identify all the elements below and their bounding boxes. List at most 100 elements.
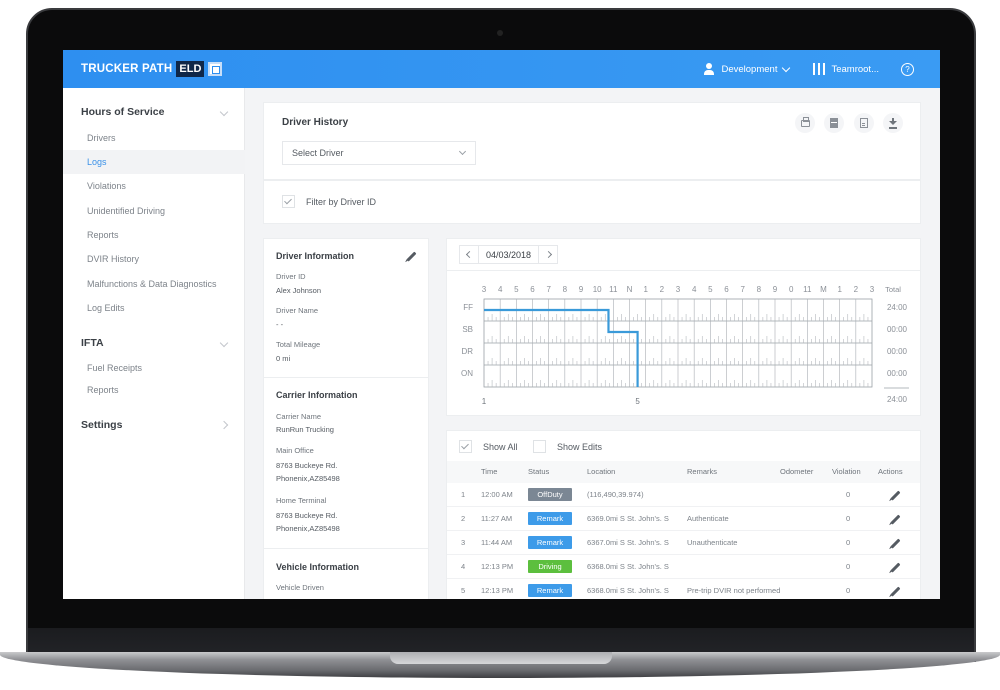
edit-event-icon[interactable] (890, 538, 901, 549)
carrier-info-title: Carrier Information (276, 390, 358, 400)
table-row[interactable]: 2 11:27 AM 6369.0mi S St. John's. S Authent… (447, 507, 920, 531)
status-row-label: SB (462, 325, 473, 334)
hour-label: M (820, 285, 827, 294)
edit-driver-icon[interactable] (406, 251, 417, 262)
event-location: 6368.0mi S St. John's. S (587, 562, 669, 571)
hour-label: 11 (803, 285, 812, 294)
table-row[interactable]: 1 12:00 AM (116,490,39.974) 0 OffDuty (447, 483, 920, 507)
driver-history-title: Driver History (282, 117, 349, 128)
field-label: Total Mileage (276, 340, 321, 349)
hour-label: 7 (546, 285, 551, 294)
hour-label: 11 (609, 285, 618, 294)
sidebar-item-drivers[interactable]: Drivers (63, 126, 245, 150)
field-label: Driver ID (276, 272, 306, 281)
sidebar-section-ifta[interactable]: IFTA (63, 331, 245, 355)
hour-label: N (627, 285, 633, 294)
hour-label: 0 (789, 285, 794, 294)
table-row[interactable]: 3 11:44 AM 6367.0mi S St. John's. S Unauthe… (447, 531, 920, 555)
hour-label: 1 (837, 285, 842, 294)
row-total: 24:00 (887, 303, 908, 312)
show-edits-checkbox[interactable] (533, 440, 546, 453)
status-badge: OffDuty (528, 488, 572, 501)
sidebar-item-unidentified-driving[interactable]: Unidentified Driving (63, 199, 245, 223)
print-button[interactable] (795, 113, 815, 133)
download-button[interactable] (883, 113, 903, 133)
driver-id-value: Alex Johnson (276, 286, 322, 295)
sidebar-item-reports[interactable]: Reports (63, 223, 245, 247)
home-terminal-line2: Phonenix,AZ85498 (276, 524, 340, 533)
log-graph-card: 04/03/2018 3 4 5 6 7 8 9 10 11 N 1 2 3 4 5 6 7 8 9 0 11 M 1 2 3 T… (446, 238, 921, 416)
field-label: Vehicle Driven (276, 583, 324, 592)
sidebar-section-settings[interactable]: Settings (63, 413, 245, 437)
app-screen: TRUCKER PATH ELD Development Teamroot...… (63, 50, 940, 599)
event-remarks: Pre-trip DVIR not performed (687, 586, 781, 595)
sidebar-item-dvir-history[interactable]: DVIR History (63, 247, 245, 271)
sidebar-item-log-edits[interactable]: Log Edits (63, 296, 245, 320)
show-all-checkbox[interactable] (459, 440, 472, 453)
team-label: Teamroot... (831, 63, 879, 75)
edit-event-icon[interactable] (890, 490, 901, 501)
status-badge: Driving (528, 560, 572, 573)
row-number: 1 (461, 490, 466, 499)
file-icon (860, 118, 868, 128)
row-number: 5 (461, 586, 466, 595)
table-row[interactable]: 5 12:13 PM 6368.0mi S St. John's. S Pre-tri… (447, 579, 920, 599)
edit-event-icon[interactable] (890, 586, 901, 597)
hour-label: 8 (563, 285, 568, 294)
sidebar-item-logs[interactable]: Logs (63, 150, 245, 174)
show-all-label: Show All (483, 442, 518, 452)
select-driver-dropdown[interactable]: Select Driver (282, 141, 476, 165)
sidebar-item-violations[interactable]: Violations (63, 174, 245, 198)
edit-event-icon[interactable] (890, 514, 901, 525)
vehicle-info-title: Vehicle Information (276, 562, 360, 572)
top-bar: TRUCKER PATH ELD Development Teamroot...… (63, 50, 940, 88)
help-icon[interactable]: ? (901, 62, 914, 76)
driver-info-card: Driver Information Driver ID Alex Johnso… (263, 238, 429, 599)
hour-label: 4 (498, 285, 503, 294)
chevron-down-icon (219, 107, 229, 117)
row-total: 00:00 (887, 369, 908, 378)
sidebar-item-malfunctions[interactable]: Malfunctions & Data Diagnostics (63, 272, 245, 296)
sidebar-item-fuel-receipts[interactable]: Fuel Receipts (63, 356, 245, 380)
document-icon (830, 118, 838, 128)
event-violation: 0 (846, 562, 851, 571)
row-total: 00:00 (887, 325, 908, 334)
filter-driver-id-checkbox[interactable] (282, 195, 295, 208)
event-marker-label: 1 (482, 397, 487, 406)
row-number: 4 (461, 562, 466, 571)
sidebar-section-hours-of-service[interactable]: Hours of Service (63, 100, 245, 124)
section-label: Hours of Service (81, 106, 165, 118)
file-button[interactable] (854, 113, 874, 133)
brand-logo[interactable]: TRUCKER PATH ELD (81, 61, 223, 77)
filter-card: Filter by Driver ID (263, 180, 921, 224)
table-row[interactable]: 4 12:13 PM 6368.0mi S St. John's. S 0 Drivin… (447, 555, 920, 579)
total-mileage-value: 0 mi (276, 354, 291, 363)
divider (264, 377, 428, 378)
hour-label: 7 (740, 285, 745, 294)
show-edits-label: Show Edits (557, 442, 603, 452)
home-terminal-line1: 8763 Buckeye Rd. (276, 511, 338, 520)
print-icon (800, 116, 810, 127)
hour-label: 3 (482, 285, 487, 294)
hour-label: 2 (660, 285, 665, 294)
event-violation: 0 (846, 586, 851, 595)
hour-label: 6 (530, 285, 535, 294)
edit-event-icon[interactable] (890, 562, 901, 573)
document-button[interactable] (824, 113, 844, 133)
camera-dot (497, 30, 503, 36)
account-dropdown[interactable]: Development (703, 63, 791, 75)
chevron-down-icon (782, 63, 791, 72)
hour-label: 2 (854, 285, 859, 294)
team-menu[interactable]: Teamroot... (813, 63, 879, 75)
sidebar: Hours of Service Drivers Logs Violations… (63, 88, 245, 599)
hour-label: 9 (579, 285, 584, 294)
status-badge: Remark (528, 536, 572, 549)
field-label: Home Terminal (276, 496, 327, 505)
grand-total: 24:00 (887, 395, 908, 404)
log-graph: 3 4 5 6 7 8 9 10 11 N 1 2 3 4 5 6 7 8 9 0 11 M 1 2 3 Total FF 24:00… (461, 285, 909, 406)
column-header-status: Status (528, 467, 550, 476)
hour-label: 10 (593, 285, 602, 294)
brand-name: TRUCKER PATH (81, 63, 173, 75)
sidebar-item-ifta-reports[interactable]: Reports (63, 378, 245, 402)
chevron-down-icon (458, 147, 467, 156)
